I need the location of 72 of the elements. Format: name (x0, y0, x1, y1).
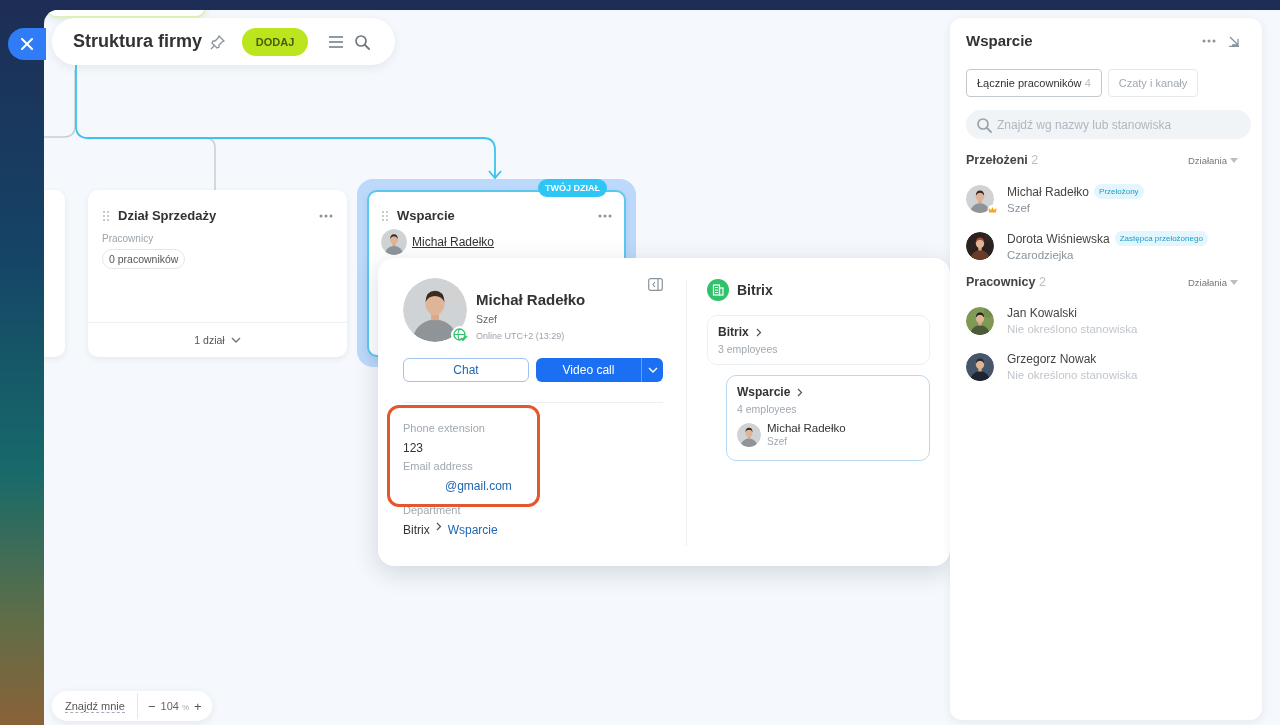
drag-handle-icon[interactable] (102, 209, 110, 222)
pin-icon[interactable] (210, 33, 227, 50)
more-icon[interactable] (319, 213, 333, 218)
employee-count: 4 employees (737, 403, 798, 415)
field-label: Email address (403, 460, 474, 472)
close-button[interactable] (8, 28, 46, 60)
more-icon[interactable] (1202, 38, 1216, 43)
role-badge: Zastępca przełożonego (1114, 231, 1208, 246)
subdepartments-toggle[interactable]: 1 dział (88, 322, 347, 357)
role-badge: Przełożony (1094, 184, 1144, 199)
department-badge: TWÓJ DZIAŁ (538, 179, 607, 197)
zoom-out-button[interactable]: − (145, 698, 158, 714)
person-role: Nie określono stanowiska (1007, 323, 1138, 335)
section-title: Przełożeni 2 (966, 153, 1039, 167)
zoom-value: 104 % (160, 700, 190, 712)
chevron-right-icon (755, 327, 762, 337)
section-title: Pracownicy 2 (966, 275, 1046, 289)
email-link[interactable]: @gmail.com (403, 479, 663, 493)
search-icon (976, 117, 992, 133)
online-status: Online UTC+2 (13:29) (476, 331, 566, 341)
employees-label: Pracownicy (102, 233, 155, 244)
search-icon[interactable] (354, 33, 371, 50)
person-role: Czarodziejka (1007, 249, 1075, 261)
search-field[interactable]: Znajdź wg nazwy lub stanowiska (966, 110, 1251, 139)
chat-button[interactable]: Chat (403, 358, 529, 382)
actions-dropdown[interactable]: Działania (1187, 276, 1238, 288)
person-name[interactable]: Jan Kowalski (1007, 306, 1078, 320)
actions-dropdown[interactable]: Działania (1187, 154, 1238, 166)
department-title: Wsparcie (397, 208, 455, 223)
building-icon (707, 279, 729, 301)
connector-line (44, 69, 76, 138)
find-me-link[interactable]: Znajdź mnie (65, 699, 125, 713)
page-title: Struktura firmy (73, 31, 203, 52)
person-name: Michał Radełko (767, 422, 846, 434)
more-icon[interactable] (598, 213, 612, 218)
person-role: Szef (1007, 202, 1031, 214)
department-link[interactable]: Wsparcie (447, 523, 498, 537)
caret-icon (1230, 279, 1238, 285)
person-name[interactable]: Michał Radełko (1007, 184, 1090, 199)
department-title: Dział Sprzedaży (118, 208, 217, 223)
department-name: Bitrix (718, 325, 749, 339)
person-role: Szef (767, 436, 788, 447)
person-link[interactable]: Michał Radełko (412, 235, 495, 249)
field-value: 123 (403, 441, 425, 455)
department-card[interactable]: Bitrix 3 employees (707, 315, 930, 365)
field-label: Department (403, 504, 462, 516)
collapse-panel-icon[interactable] (1228, 34, 1240, 47)
person-role: Szef (476, 313, 498, 325)
person-name[interactable]: Grzegorz Nowak (1007, 352, 1097, 366)
chevron-right-icon (797, 387, 804, 397)
chevron-down-icon (230, 337, 241, 343)
panel-title: Wsparcie (966, 32, 1033, 49)
close-icon (21, 38, 33, 50)
department-name: Bitrix (403, 523, 430, 537)
department-card[interactable]: Wsparcie 4 employees Michał Radełko Szef (726, 375, 930, 461)
person-role: Nie określono stanowiska (1007, 369, 1138, 381)
chevron-right-icon (435, 522, 442, 531)
person-name: Michał Radełko (476, 291, 586, 308)
department-card[interactable]: Dział Sprzedaży Pracownicy 0 pracowników 1 dział (88, 190, 347, 357)
tab[interactable]: Łącznie pracowników 4 (966, 69, 1102, 97)
add-button[interactable]: DODAJ (242, 27, 309, 56)
menu-icon[interactable] (328, 34, 345, 49)
zoom-in-button[interactable]: + (192, 698, 204, 714)
drag-handle-icon[interactable] (381, 209, 389, 222)
caret-icon (1230, 157, 1238, 163)
company-name: Bitrix (737, 282, 773, 298)
chevron-down-icon (647, 367, 658, 373)
person-name[interactable]: Dorota Wiśniewska (1007, 231, 1110, 246)
field-label: Phone extension (403, 422, 486, 434)
collapse-icon[interactable] (648, 278, 663, 291)
employee-count: 3 employees (718, 343, 779, 355)
department-name: Wsparcie (737, 385, 791, 399)
